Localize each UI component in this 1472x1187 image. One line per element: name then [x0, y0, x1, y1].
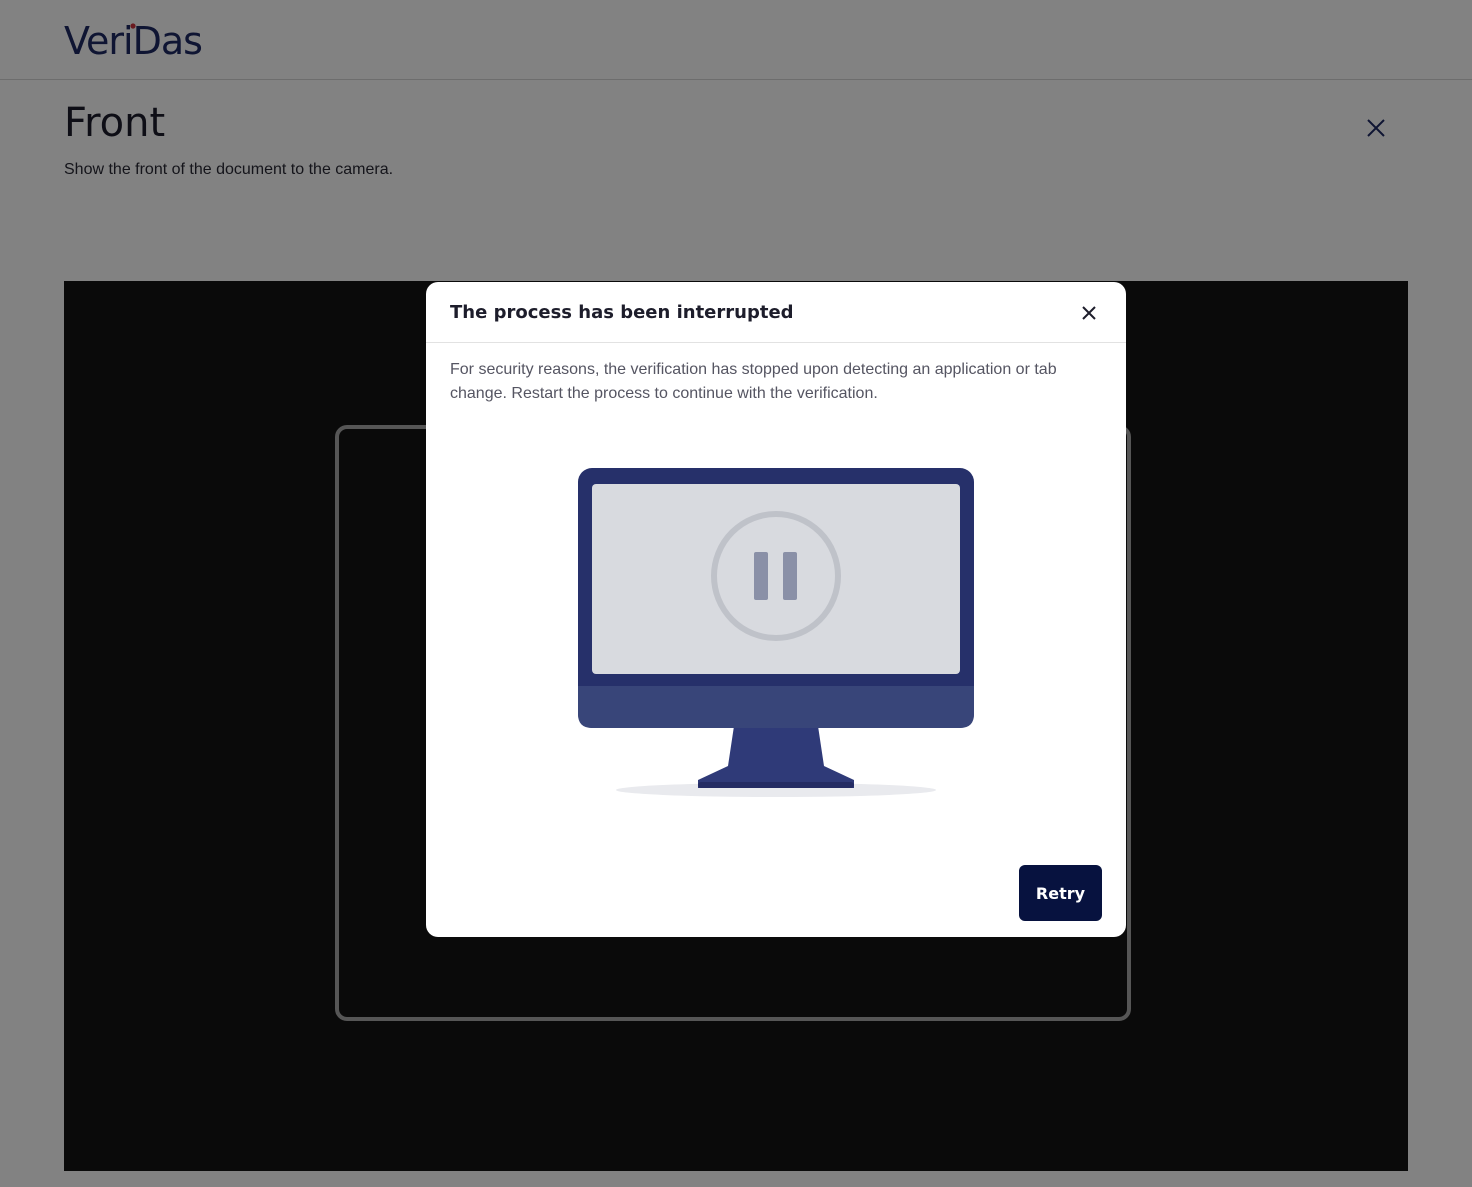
close-icon	[1082, 306, 1096, 320]
dialog-title: The process has been interrupted	[450, 302, 794, 323]
dialog-header: The process has been interrupted	[426, 282, 1126, 343]
monitor-pause-icon	[578, 468, 974, 797]
dialog-message: For security reasons, the verification h…	[450, 361, 1057, 402]
retry-button[interactable]: Retry	[1019, 865, 1102, 921]
interruption-dialog: The process has been interrupted For sec…	[426, 282, 1126, 937]
dialog-close-button[interactable]	[1078, 302, 1100, 324]
